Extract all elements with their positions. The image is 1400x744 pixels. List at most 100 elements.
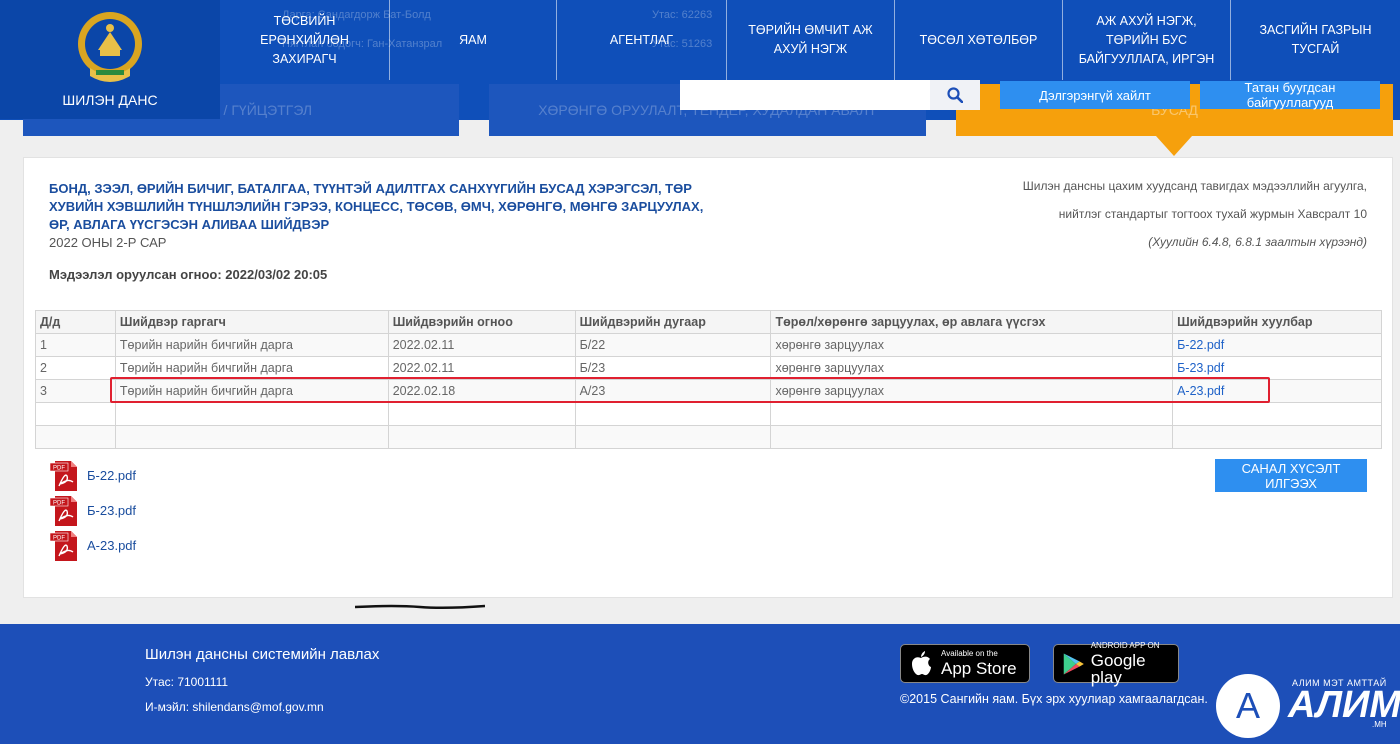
cell-empty: [35, 425, 116, 449]
nav-projects-programs[interactable]: ТӨСӨЛ ХӨТӨЛБӨР: [895, 0, 1063, 80]
content-panel: БОНД, ЗЭЭЛ, ӨРИЙН БИЧИГ, БАТАЛГАА, ТҮҮНТ…: [23, 157, 1393, 598]
attachment-item[interactable]: PDF Б-23.pdf: [49, 493, 136, 528]
cell-type: хөрөнгө зарцуулах: [770, 379, 1174, 403]
cell-copy: А-23.pdf: [1172, 379, 1382, 403]
cell-empty: [387, 402, 576, 426]
active-tab-arrow: [1156, 136, 1192, 156]
cell-empty: [1172, 425, 1382, 449]
pdf-link[interactable]: А-23.pdf: [1177, 384, 1224, 398]
search-input[interactable]: [680, 80, 930, 110]
cell-date: 2022.02.11: [387, 333, 576, 357]
cell-empty: [35, 402, 116, 426]
column-header-type: Төрөл/хөрөнгө зарцуулах, өр авлага үүсгэ…: [770, 310, 1174, 334]
footer-phone: Утас: 71001111: [145, 675, 229, 689]
cell-decision-number: Б/23: [574, 356, 772, 380]
alim-domain: .МН: [1372, 720, 1387, 729]
pdf-link[interactable]: Б-23.pdf: [1177, 361, 1224, 375]
advanced-search-button[interactable]: Дэлгэрэнгүй хайлт: [1000, 81, 1190, 109]
pdf-link[interactable]: Б-22.pdf: [1177, 338, 1224, 352]
table-row: 3 Төрийн нарийн бичгийн дарга 2022.02.18…: [35, 379, 1382, 403]
column-header-decision-number: Шийдвэрийн дугаар: [574, 310, 772, 334]
attachment-item[interactable]: PDF А-23.pdf: [49, 528, 136, 563]
send-feedback-button[interactable]: САНАЛ ХҮСЭЛТ ИЛГЭЭХ: [1215, 459, 1367, 492]
cell-empty: [114, 425, 389, 449]
nav-business-ngo-citizen[interactable]: АЖ АХУЙ НЭГЖ, ТӨРИЙН БУС БАЙГУУЛЛАГА, ИР…: [1063, 0, 1231, 80]
report-period: 2022 ОНЫ 2-Р САР: [49, 235, 167, 250]
copyright-text: ©2015 Сангийн яам. Бүх эрх хуулиар хамга…: [900, 692, 1208, 706]
attachment-link[interactable]: А-23.pdf: [87, 538, 136, 553]
cell-empty: [114, 402, 389, 426]
cell-empty: [387, 425, 576, 449]
google-play-badge[interactable]: ANDROID APP ON Google play: [1053, 640, 1179, 687]
logo-title: ШИЛЭН ДАНС: [62, 92, 158, 108]
footer: Шилэн дансны системийн лавлах Утас: 7100…: [0, 624, 1400, 744]
column-header-copy: Шийдвэрийн хуулбар: [1172, 310, 1382, 334]
cell-date: 2022.02.11: [387, 356, 576, 380]
cell-type: хөрөнгө зарцуулах: [770, 333, 1174, 357]
entry-date: Мэдээлэл оруулсан огноо: 2022/03/02 20:0…: [49, 267, 328, 282]
attachment-link[interactable]: Б-23.pdf: [87, 503, 136, 518]
nav-government-special[interactable]: ЗАСГИЙН ГАЗРЫН ТУСГАЙ: [1231, 0, 1400, 80]
footer-title: Шилэн дансны системийн лавлах: [145, 646, 380, 663]
cell-empty: [770, 425, 1174, 449]
googleplay-big-text: Google play: [1090, 650, 1146, 687]
pdf-icon: PDF: [49, 530, 77, 561]
cell-number: 1: [35, 333, 116, 357]
table-row-empty: [35, 425, 1382, 449]
cell-date: 2022.02.18: [387, 379, 576, 403]
cell-issuer: Төрийн нарийн бичгийн дарга: [114, 333, 389, 357]
svg-text:PDF: PDF: [53, 535, 65, 541]
appstore-small-text: Available on the: [941, 649, 998, 658]
page-title: БОНД, ЗЭЭЛ, ӨРИЙН БИЧИГ, БАТАЛГАА, ТҮҮНТ…: [49, 181, 704, 232]
cell-empty: [574, 425, 772, 449]
table-row: 1 Төрийн нарийн бичгийн дарга 2022.02.11…: [35, 333, 1382, 357]
nav-state-owned-enterprise[interactable]: ТӨРИЙН ӨМЧИТ АЖ АХУЙ НЭГЖ: [727, 0, 895, 80]
svg-text:PDF: PDF: [53, 465, 65, 471]
nav-budget-governor[interactable]: ТӨСВИЙН ЕРӨНХИЙЛӨН ЗАХИРАГЧ: [220, 0, 390, 80]
law-reference: Шилэн дансны цахим хуудсанд тавигдах мэд…: [947, 172, 1367, 256]
law-ref-line-2: нийтлэг стандартыг тогтоох тухай журмын …: [1058, 207, 1367, 221]
table-header-row: Д/д Шийдвэр гаргагч Шийдвэрийн огноо Ший…: [35, 310, 1382, 334]
cell-type: хөрөнгө зарцуулах: [770, 356, 1174, 380]
cell-decision-number: Б/22: [574, 333, 772, 357]
law-ref-line-1: Шилэн дансны цахим хуудсанд тавигдах мэд…: [1022, 179, 1367, 193]
table-row: 2 Төрийн нарийн бичгийн дарга 2022.02.11…: [35, 356, 1382, 380]
footer-email: И-мэйл: shilendans@mof.gov.mn: [145, 700, 324, 714]
alim-letter: A: [1235, 685, 1260, 726]
column-header-date: Шийдвэрийн огноо: [387, 310, 576, 334]
cell-number: 3: [35, 379, 116, 403]
attachment-list: PDF Б-22.pdf PDF Б-23.pdf PDF А-23.pdf: [49, 458, 136, 563]
cell-decision-number: А/23: [574, 379, 772, 403]
alim-apple-icon: A: [1216, 674, 1280, 738]
googleplay-small-text: ANDROID APP ON: [1090, 640, 1160, 650]
alim-logo[interactable]: A АЛИМ МЭТ АМТТАЙ АЛИМ .МН: [1212, 662, 1400, 744]
cell-empty: [770, 402, 1174, 426]
cell-issuer: Төрийн нарийн бичгийн дарга: [114, 379, 389, 403]
nav-ministry[interactable]: ЯАМ: [390, 0, 557, 80]
pdf-icon: PDF: [49, 460, 77, 491]
apple-icon: [912, 650, 931, 675]
main-navigation: ТӨСВИЙН ЕРӨНХИЙЛӨН ЗАХИРАГЧ ЯАМ АГЕНТЛАГ…: [220, 0, 1400, 80]
attachment-link[interactable]: Б-22.pdf: [87, 468, 136, 483]
search-button[interactable]: [930, 80, 980, 110]
pdf-icon: PDF: [49, 495, 77, 526]
cell-empty: [1172, 402, 1382, 426]
appstore-big-text: App Store: [941, 659, 1017, 678]
cell-copy: Б-22.pdf: [1172, 333, 1382, 357]
nav-agency[interactable]: АГЕНТЛАГ: [557, 0, 727, 80]
cell-issuer: Төрийн нарийн бичгийн дарга: [114, 356, 389, 380]
app-store-badge[interactable]: Available on the App Store: [900, 644, 1030, 683]
cell-number: 2: [35, 356, 116, 380]
attachment-item[interactable]: PDF Б-22.pdf: [49, 458, 136, 493]
google-play-icon: [1063, 653, 1084, 674]
cell-empty: [574, 402, 772, 426]
site-logo[interactable]: ШИЛЭН ДАНС: [0, 0, 220, 119]
search-icon: [947, 87, 963, 103]
cell-copy: Б-23.pdf: [1172, 356, 1382, 380]
decisions-table: Д/д Шийдвэр гаргагч Шийдвэрийн огноо Ший…: [35, 310, 1382, 449]
svg-text:PDF: PDF: [53, 500, 65, 506]
scribble-annotation: [355, 604, 485, 610]
dissolved-organizations-button[interactable]: Татан буугдсан байгууллагууд: [1200, 80, 1380, 110]
law-ref-line-3: (Хуулийн 6.4.8, 6.8.1 заалтын хүрээнд): [1148, 235, 1367, 249]
state-emblem-icon: [78, 12, 142, 82]
